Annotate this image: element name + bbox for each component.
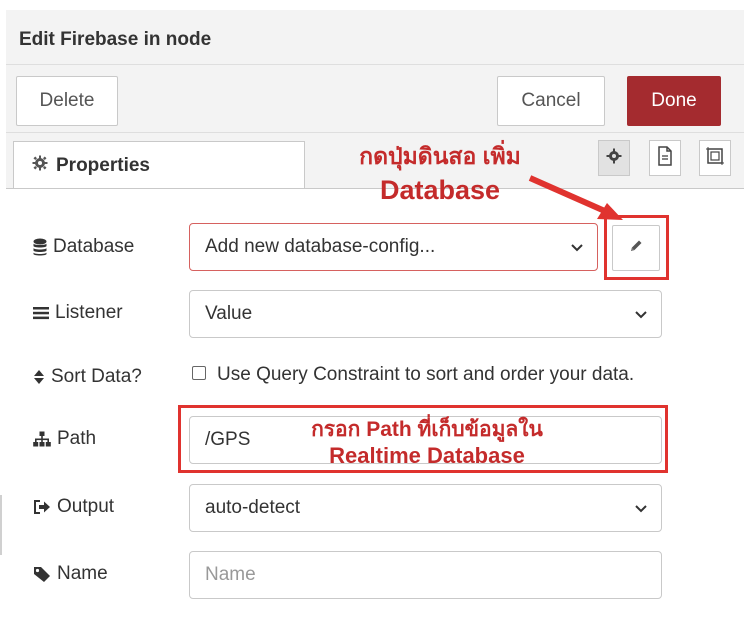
sign-out-icon (33, 500, 51, 514)
database-select[interactable]: Add new database-config... (189, 223, 598, 271)
output-label: Output (33, 496, 114, 518)
name-label-text: Name (57, 563, 108, 584)
database-icon (33, 238, 47, 256)
query-constraint-text: Use Query Constraint to sort and order y… (217, 364, 635, 385)
dialog-toolbar: Delete Cancel Done (6, 65, 744, 133)
path-hint-line1: กรอก Path ที่เก็บข้อมูลใน (311, 418, 543, 441)
sort-label: Sort Data? (33, 366, 142, 388)
cancel-button[interactable]: Cancel (497, 76, 605, 126)
path-label-text: Path (57, 428, 97, 449)
sort-label-text: Sort Data? (51, 366, 142, 387)
output-label-text: Output (57, 496, 115, 517)
tab-properties[interactable]: Properties (13, 141, 305, 189)
dialog-header: Edit Firebase in node (6, 10, 744, 65)
path-label: Path (33, 428, 96, 450)
name-input-placeholder: Name (205, 564, 256, 585)
chevron-down-icon (571, 236, 583, 258)
list-icon (33, 306, 49, 320)
dialog-title: Edit Firebase in node (19, 29, 212, 50)
tag-icon (33, 566, 51, 582)
tab-properties-label: Properties (56, 154, 150, 176)
query-constraint-checkbox[interactable] (192, 366, 206, 380)
sort-icon (33, 369, 45, 385)
output-select-value: auto-detect (205, 497, 301, 518)
arrow-icon (528, 175, 623, 220)
layout-icon (705, 146, 725, 171)
chevron-down-icon (635, 497, 647, 519)
sitemap-icon (33, 431, 51, 447)
name-label: Name (33, 563, 108, 585)
database-label-text: Database (53, 236, 135, 257)
edit-hint-line2: Database (379, 175, 501, 205)
path-hint-line2: Realtime Database (329, 443, 525, 468)
document-icon (657, 145, 673, 171)
delete-button[interactable]: Delete (16, 76, 118, 126)
listener-label-text: Listener (55, 302, 123, 323)
done-button[interactable]: Done (627, 76, 721, 126)
listener-select-value: Value (205, 303, 253, 324)
gear-icon (32, 155, 48, 177)
listener-select[interactable]: Value (189, 290, 662, 338)
tab-description[interactable] (649, 140, 681, 176)
name-input[interactable]: Name (189, 551, 662, 599)
database-label: Database (33, 236, 134, 258)
tab-appearance[interactable] (699, 140, 731, 176)
listener-label: Listener (33, 302, 123, 324)
chevron-down-icon (635, 303, 647, 325)
database-select-value: Add new database-config... (205, 236, 436, 257)
gear-icon (606, 148, 622, 169)
edit-hint-line1: กดปุ่มดินสอ เพิ่ม (359, 143, 521, 169)
left-edge-line (0, 495, 2, 555)
output-select[interactable]: auto-detect (189, 484, 662, 532)
